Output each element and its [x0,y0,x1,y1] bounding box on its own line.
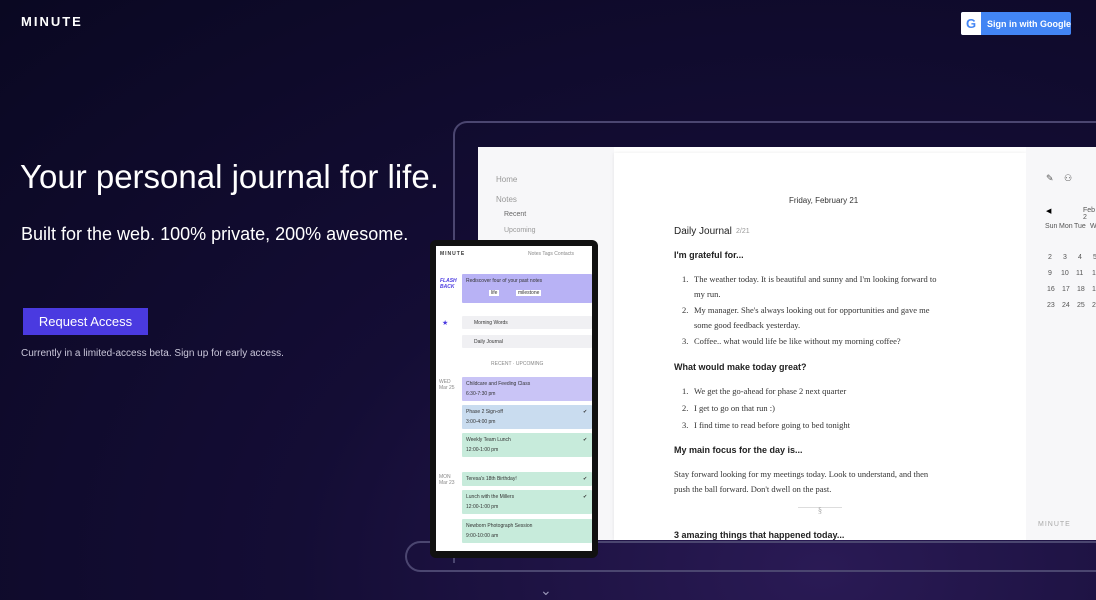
event-card[interactable]: Lunch with the Millers 12:00-1:00 pm ✔ [462,490,592,514]
calendar-day[interactable]: 25 [1077,302,1085,309]
event-card[interactable]: Childcare and Feeding Class 6:30-7:30 pm [462,377,592,401]
request-access-button[interactable]: Request Access [23,308,148,335]
event-title: Phase 2 Sign-off [466,409,503,415]
check-icon: ✔ [583,409,588,415]
list-item: my run. [694,289,721,299]
brand-logo[interactable]: MINUTE [21,14,83,29]
doc-date: 2/21 [736,228,750,235]
event-title: Childcare and Feeding Class [466,381,531,387]
doc-title: Daily Journal [674,226,732,237]
morning-words-item[interactable]: Morning Words [462,316,592,329]
tag: life [489,290,500,296]
scroll-down-chevron-icon[interactable]: ⌄ [540,582,552,599]
calendar-day[interactable]: 4 [1078,254,1082,261]
paragraph: push the ball forward. Don't dwell on th… [674,484,832,494]
pencil-icon[interactable]: ✎ [1046,173,1054,184]
sidebar-notes: Notes [496,195,517,204]
event-title: Newborn Photograph Session [466,523,533,529]
question-2: What would make today great? [674,362,807,372]
calendar-day[interactable]: 2 [1092,302,1096,309]
tablet-brand: MINUTE [440,251,466,257]
date-label: WED Mar 25 [439,379,455,391]
calendar-day[interactable]: 16 [1047,286,1055,293]
list-item: some good feedback yesterday. [694,320,801,330]
paragraph: Stay forward looking for my meetings tod… [674,469,929,479]
weekday-label: Sun [1045,223,1058,230]
hero-subtitle: Built for the web. 100% private, 200% aw… [21,224,409,244]
calendar-day[interactable]: 10 [1061,270,1069,277]
daily-journal-item[interactable]: Daily Journal [462,335,592,348]
question-1: I'm grateful for... [674,250,744,260]
beta-note: Currently in a limited-access beta. Sign… [21,348,284,359]
journal-document: Friday, February 21 Daily Journal 2/21 I… [614,153,1026,540]
question-3: My main focus for the day is... [674,445,803,455]
flashback-text: Rediscover four of your past notes [466,278,543,284]
calendar-day[interactable]: 3 [1063,254,1067,261]
weekday-label: Mon [1059,223,1073,230]
calendar-prev-icon[interactable]: ◀ [1046,207,1051,215]
list-item: We get the go-ahead for phase 2 next qua… [694,386,847,396]
event-time: 3:00-4:00 pm [466,419,496,425]
calendar-day[interactable]: 11 [1076,270,1083,277]
list-item: I get to go on that run :) [694,403,775,413]
check-icon: ✔ [583,494,588,500]
tablet-nav: Notes Tags Contacts [528,251,575,257]
tablet-screen: MINUTE Notes Tags Contacts FLASH BACK Re… [436,246,592,551]
event-time: 6:30-7:30 pm [466,391,496,397]
sidebar-recent: Recent [504,211,527,218]
app-footer-logo: MINUTE [1038,521,1071,528]
google-icon: G [961,12,981,35]
event-time: 12:00-1:00 pm [466,504,499,510]
event-time: 9:00-10:00 am [466,533,499,539]
date-label: MON Mar 23 [439,474,455,486]
item-label: Daily Journal [474,339,503,345]
event-title: Weekly Team Lunch [466,437,511,443]
event-card[interactable]: Newborn Photograph Session 9:00-10:00 am [462,519,592,543]
event-card[interactable]: Phase 2 Sign-off 3:00-4:00 pm ✔ [462,405,592,429]
google-signin-button[interactable]: G Sign in with Google [961,12,1071,35]
weekday-label: W [1090,223,1096,230]
list-item: My manager. She's always looking out for… [694,305,930,315]
weekday-label: Tue [1074,223,1086,230]
list-item: The weather today. It is beautiful and s… [694,274,937,284]
event-time: 12:00-1:00 pm [466,447,499,453]
calendar-day[interactable]: 9 [1048,270,1052,277]
question-4: 3 amazing things that happened today... [674,530,845,540]
calendar-pane: ✎ ⚇ ◀ Feb 2 Sun Mon Tue W 2 3 4 5 9 10 1… [1026,147,1096,540]
sidebar-home: Home [496,175,518,184]
check-icon: ✔ [583,437,588,443]
calendar-month: Feb 2 [1083,207,1096,221]
signin-label: Sign in with Google [987,18,1071,29]
calendar-day[interactable]: 24 [1062,302,1070,309]
calendar-day[interactable]: 2 [1048,254,1052,261]
calendar-day[interactable]: 1 [1092,286,1096,293]
item-label: Morning Words [474,320,508,326]
flashback-label: FLASH BACK [440,278,457,290]
event-card[interactable]: Weekly Team Lunch 12:00-1:00 pm ✔ [462,433,592,457]
check-icon: ✔ [583,476,588,482]
event-title: Lunch with the Millers [466,494,515,500]
list-item: I find time to read before going to bed … [694,420,851,430]
calendar-day[interactable]: 18 [1077,286,1085,293]
hero-title: Your personal journal for life. [20,158,439,195]
sidebar-upcoming: Upcoming [504,227,536,234]
calendar-day[interactable]: 1 [1092,270,1096,277]
event-card[interactable]: Teresa's 18th Birthday! ✔ [462,472,592,486]
calendar-day[interactable]: 23 [1047,302,1055,309]
tablet-tabs[interactable]: RECENT · UPCOMING [491,361,543,367]
doc-date-header: Friday, February 21 [789,196,859,205]
list-item: Coffee.. what would life be like without… [694,336,901,346]
star-icon: ★ [442,320,449,327]
event-title: Teresa's 18th Birthday! [466,476,517,482]
person-icon[interactable]: ⚇ [1064,173,1072,184]
calendar-day[interactable]: 17 [1062,286,1070,293]
tag: milestone [516,290,542,296]
section-separator: § [798,506,842,514]
flashback-card[interactable]: Rediscover four of your past notes life … [462,274,592,303]
